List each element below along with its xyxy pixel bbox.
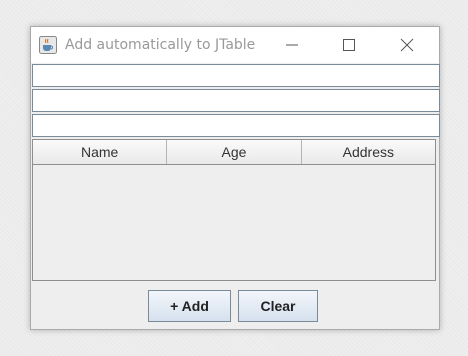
java-cup-icon	[39, 36, 57, 54]
add-button[interactable]: + Add	[148, 290, 231, 322]
name-field[interactable]	[32, 64, 440, 87]
data-table[interactable]: Name Age Address	[32, 139, 436, 281]
age-field[interactable]	[32, 89, 440, 112]
app-window: Add automatically to JTable Name Age Add…	[30, 26, 440, 330]
window-title: Add automatically to JTable	[65, 37, 256, 53]
clear-button[interactable]: Clear	[238, 290, 318, 322]
address-field[interactable]	[32, 114, 440, 137]
title-bar[interactable]: Add automatically to JTable	[31, 27, 439, 63]
button-bar: + Add Clear	[31, 282, 437, 328]
column-header-address[interactable]: Address	[302, 140, 435, 164]
table-header: Name Age Address	[33, 140, 435, 165]
minimize-icon[interactable]	[277, 33, 307, 57]
column-header-age[interactable]: Age	[167, 140, 302, 164]
close-icon[interactable]	[392, 33, 422, 57]
maximize-icon[interactable]	[334, 33, 364, 57]
column-header-name[interactable]: Name	[33, 140, 168, 164]
